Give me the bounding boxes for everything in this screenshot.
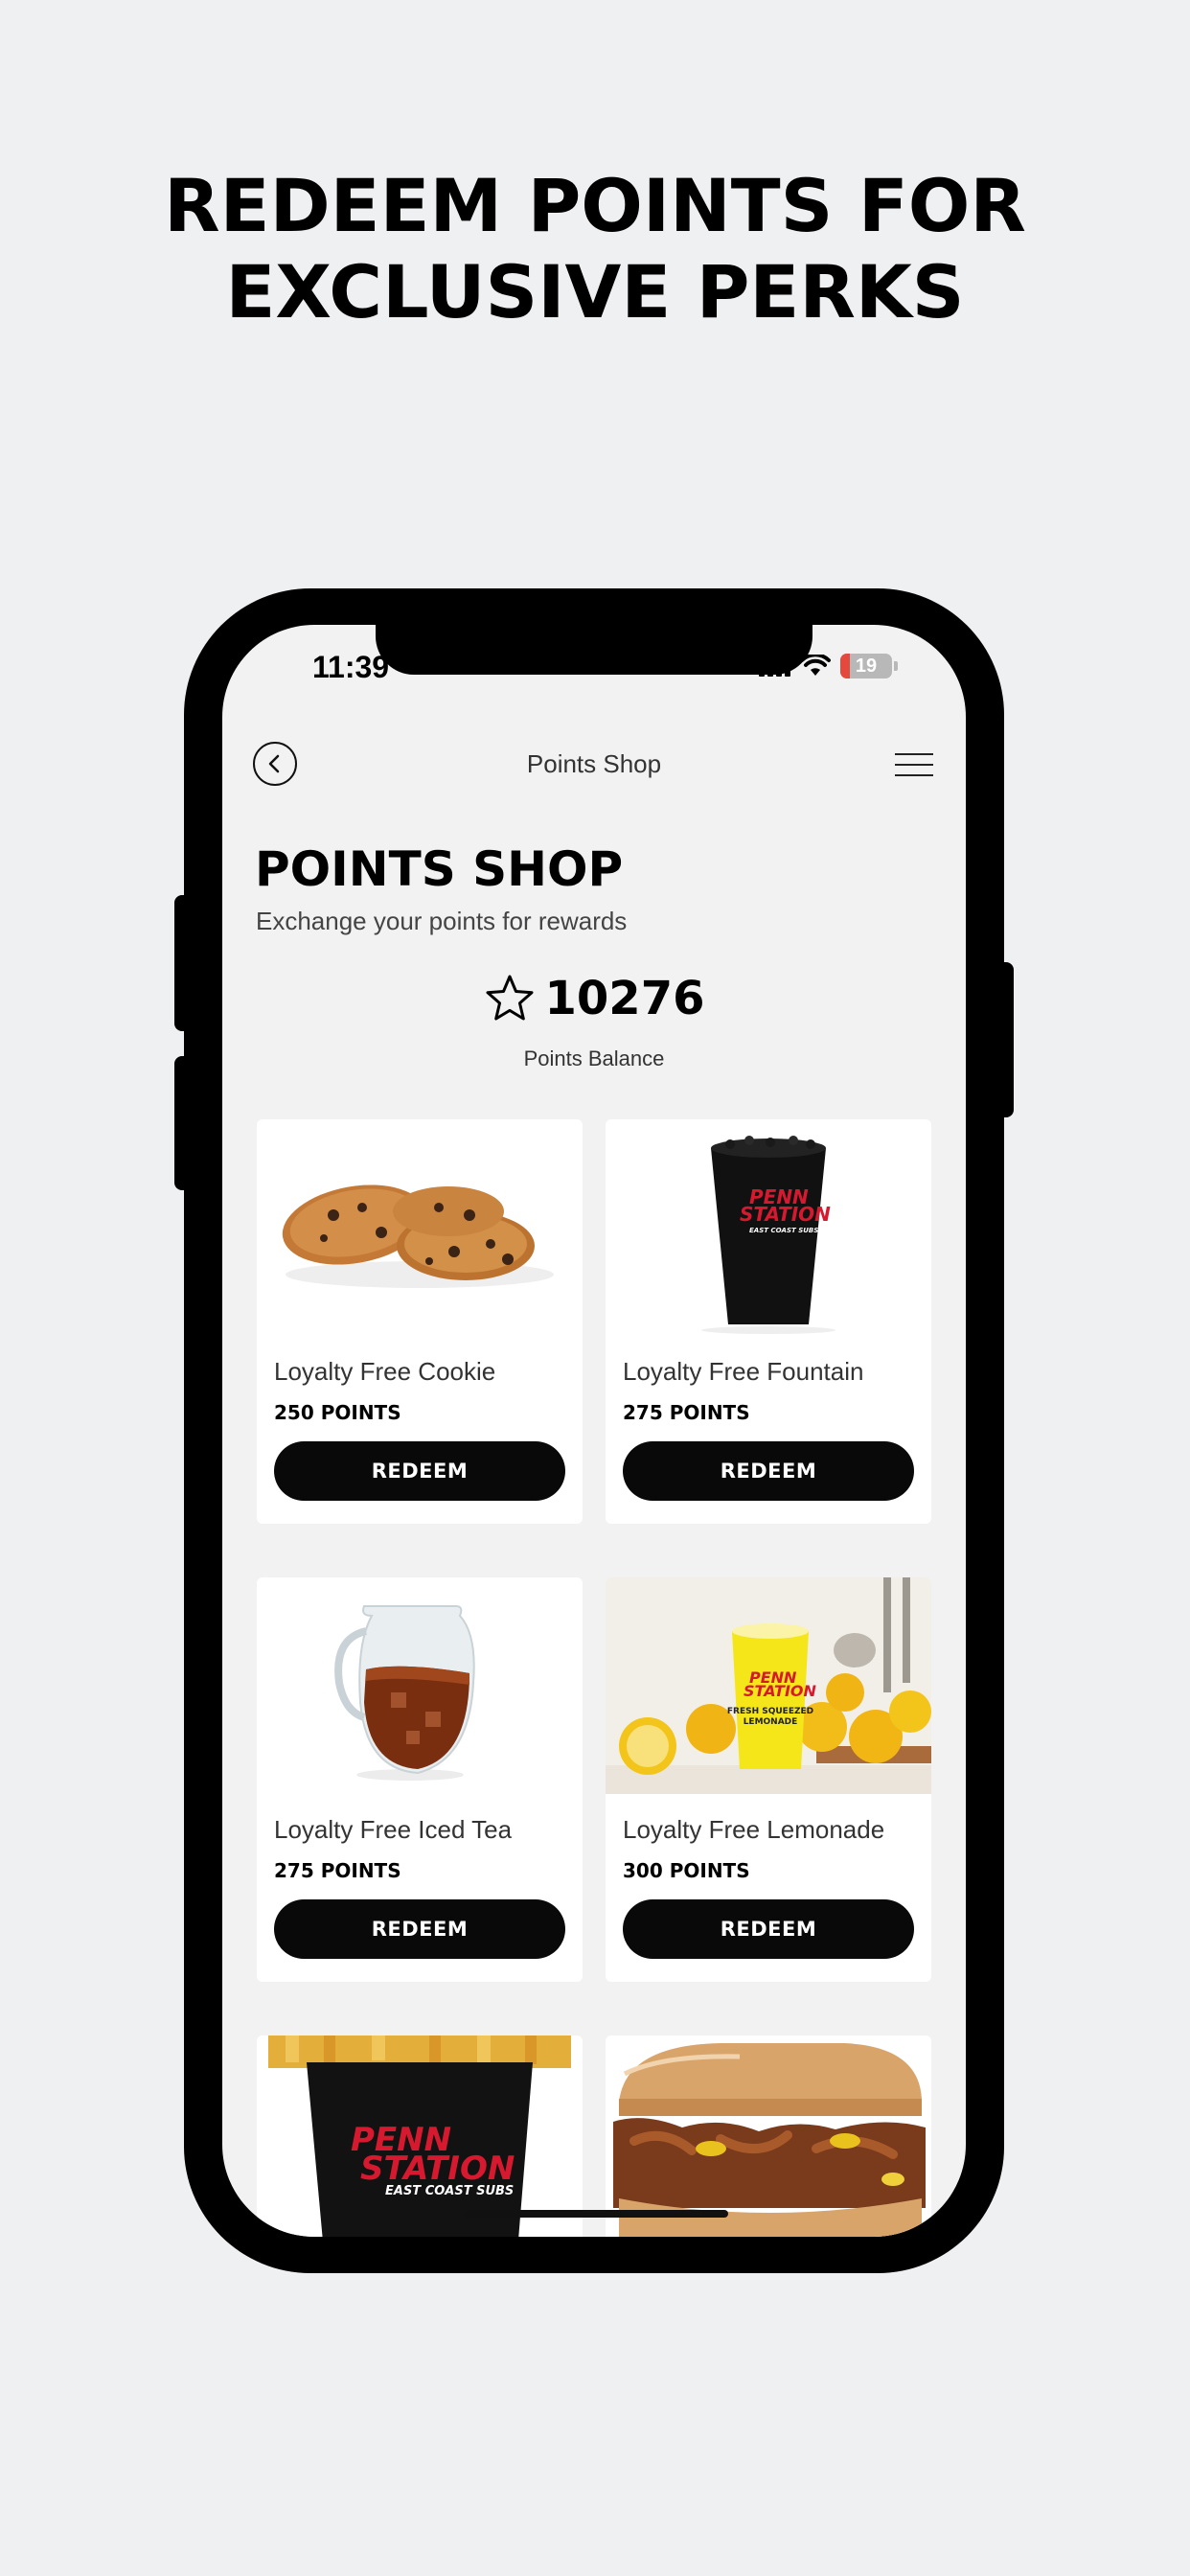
reward-image-sub-sandwich — [606, 2036, 931, 2237]
nav-bar: Points Shop — [222, 732, 966, 799]
reward-card[interactable]: PENN STATION EAST COAST SUBS Loyalty Fre… — [606, 1119, 931, 1524]
svg-text:EAST COAST SUBS: EAST COAST SUBS — [749, 1227, 818, 1234]
svg-text:LEMONADE: LEMONADE — [744, 1717, 798, 1727]
reward-image-cookies — [257, 1119, 583, 1336]
headline-line-1: REDEEM POINTS FOR — [164, 163, 1026, 248]
points-balance-value: 10276 — [544, 972, 705, 1025]
home-indicator[interactable] — [464, 2210, 728, 2218]
status-icons: 19 — [759, 654, 898, 678]
svg-text:STATION: STATION — [740, 1203, 831, 1226]
wifi-icon — [800, 655, 831, 676]
svg-text:STATION: STATION — [744, 1682, 817, 1700]
battery-tip — [894, 661, 898, 671]
reward-name: Loyalty Free Fountain — [623, 1357, 864, 1386]
promo-headline: REDEEM POINTS FOR EXCLUSIVE PERKS — [0, 163, 1190, 335]
battery-icon: 19 — [840, 654, 892, 678]
nav-title: Points Shop — [526, 749, 662, 778]
page-title: POINTS SHOP — [255, 841, 624, 897]
reward-card[interactable]: Loyalty Free Iced Tea 275 POINTS REDEEM — [257, 1577, 583, 1982]
lemonade-label: FRESH SQUEEZED — [727, 1707, 813, 1716]
reward-card[interactable]: PENN STATION FRESH SQUEEZED LEMONADE Loy… — [606, 1577, 931, 1982]
redeem-button[interactable]: REDEEM — [274, 1441, 565, 1501]
reward-points: 250 POINTS — [274, 1401, 401, 1424]
svg-text:EAST COAST SUBS: EAST COAST SUBS — [385, 2184, 514, 2198]
star-icon — [486, 975, 533, 1021]
points-balance-label: Points Balance — [523, 1046, 665, 1070]
menu-button[interactable] — [895, 753, 933, 776]
reward-name: Loyalty Free Lemonade — [623, 1815, 885, 1844]
redeem-button[interactable]: REDEEM — [623, 1441, 914, 1501]
reward-name: Loyalty Free Cookie — [274, 1357, 496, 1386]
hamburger-menu-icon — [895, 753, 933, 755]
reward-card[interactable] — [606, 2036, 931, 2237]
reward-card[interactable]: Loyalty Free Cookie 250 POINTS REDEEM — [257, 1119, 583, 1524]
phone-frame: 11:39 19 Points Shop POINTS SHOP Exchang… — [184, 588, 1004, 2273]
points-balance: 10276 — [222, 972, 966, 1025]
status-time: 11:39 — [312, 650, 390, 684]
redeem-button[interactable]: REDEEM — [623, 1899, 914, 1959]
reward-points: 275 POINTS — [274, 1859, 401, 1882]
reward-card[interactable]: PENN STATION EAST COAST SUBS — [257, 2036, 583, 2237]
reward-image-iced-tea-pitcher — [257, 1577, 583, 1794]
cellular-signal-icon — [759, 656, 790, 677]
page-subtitle: Exchange your points for rewards — [256, 907, 628, 935]
reward-name: Loyalty Free Iced Tea — [274, 1815, 513, 1844]
reward-image-fries-cup: PENN STATION EAST COAST SUBS — [257, 2036, 583, 2237]
reward-image-lemonade-cup: PENN STATION FRESH SQUEEZED LEMONADE — [606, 1577, 931, 1794]
reward-points: 275 POINTS — [623, 1401, 750, 1424]
svg-text:STATION: STATION — [360, 2150, 515, 2188]
notch — [376, 625, 812, 675]
reward-points: 300 POINTS — [623, 1859, 750, 1882]
redeem-button[interactable]: REDEEM — [274, 1899, 565, 1959]
reward-image-fountain-cup: PENN STATION EAST COAST SUBS — [606, 1119, 931, 1336]
phone-screen: 11:39 19 Points Shop POINTS SHOP Exchang… — [222, 625, 966, 2237]
battery-level: 19 — [855, 655, 878, 677]
headline-line-2: EXCLUSIVE PERKS — [225, 249, 965, 334]
